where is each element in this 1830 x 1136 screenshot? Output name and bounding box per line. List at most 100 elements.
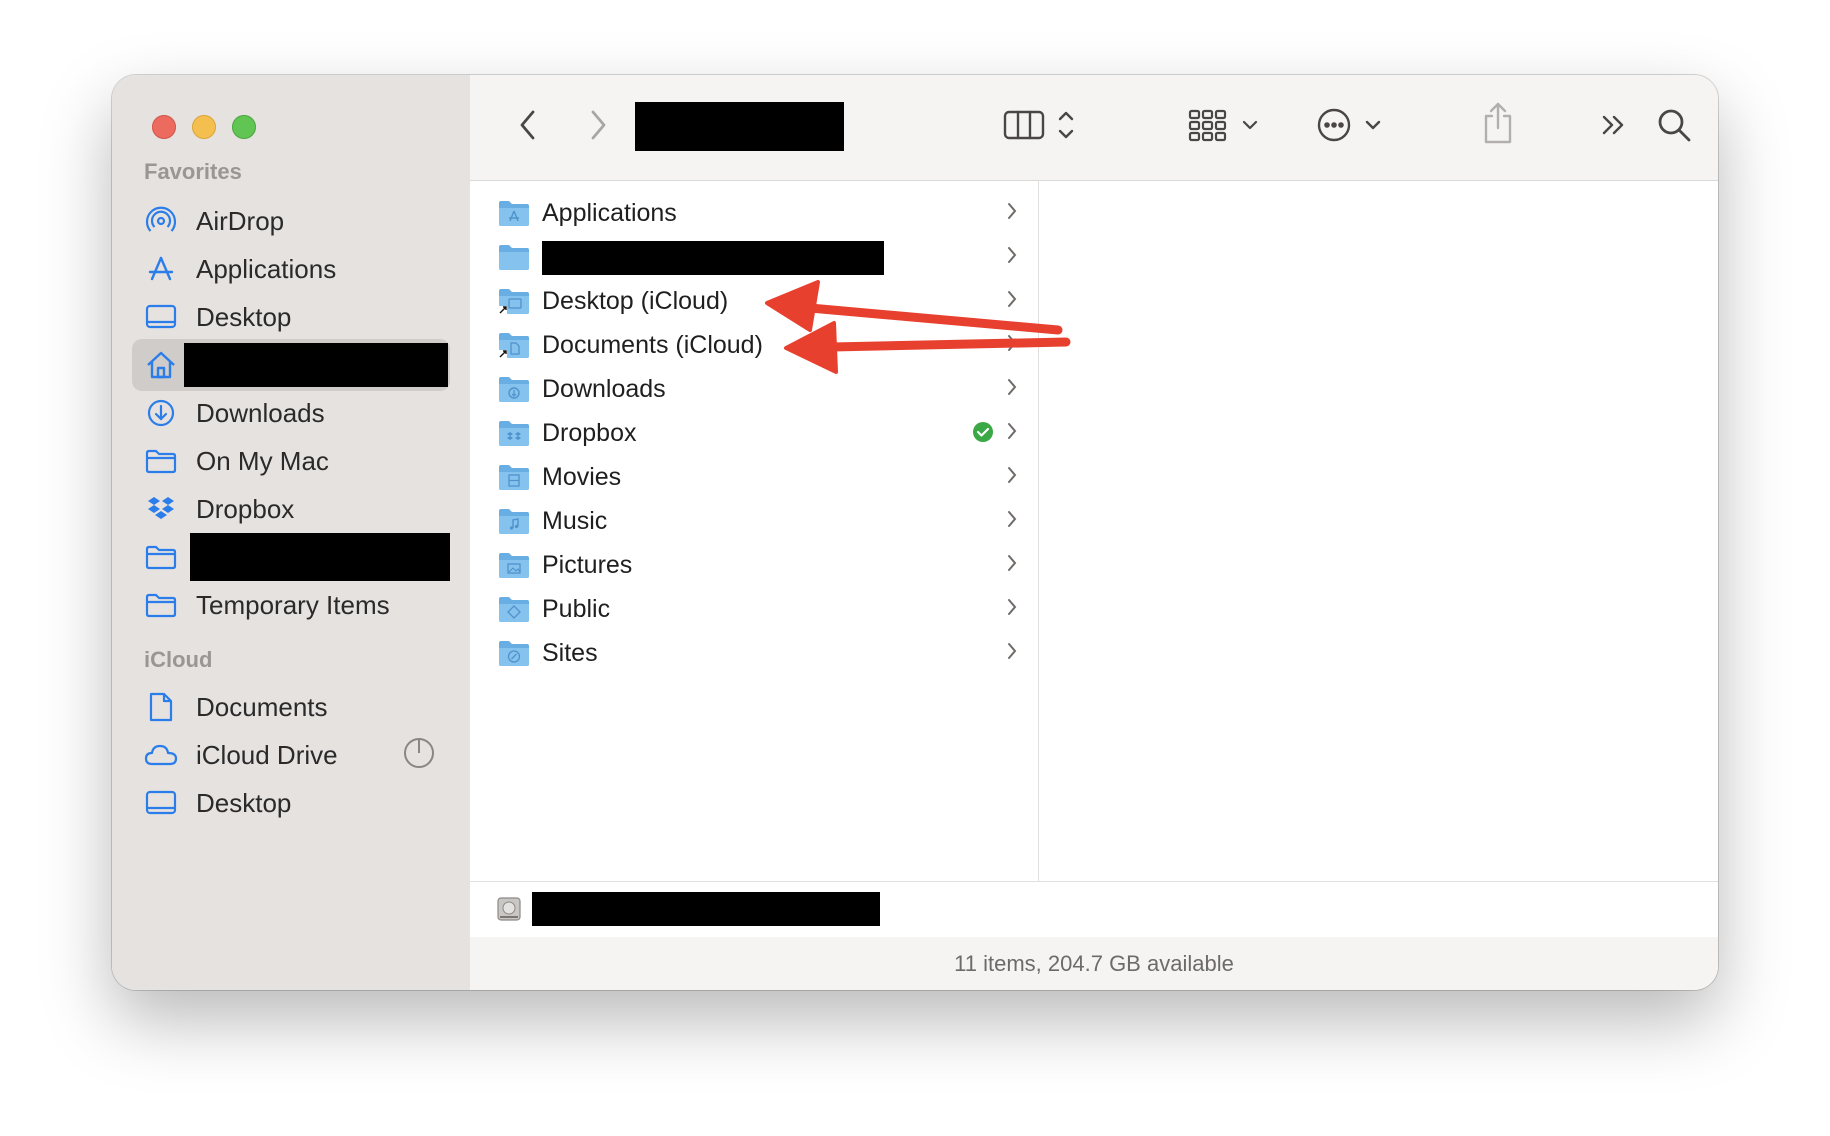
sidebar-item-label: Downloads [196,397,325,428]
chevron-right-icon [1008,599,1017,615]
file-row-sites[interactable]: Sites [498,631,1018,675]
sidebar-item-icloud-drive[interactable]: iCloud Drive [132,729,450,781]
sidebar-item-on-my-mac[interactable]: On My Mac [132,435,450,487]
pictures-folder-icon [499,553,529,578]
downloads-icon [144,396,178,430]
file-column: Applications Desktop (iCloud) Documents … [470,181,1039,881]
sidebar-item-airdrop[interactable]: AirDrop [132,195,450,247]
chevron-right-icon [1008,247,1017,263]
path-bar [470,881,1718,939]
folder-icon [499,245,529,270]
sidebar-item-downloads[interactable]: Downloads [132,387,450,439]
sidebar-item-icloud-desktop[interactable]: Desktop [132,777,450,829]
sidebar-item-temporary-items[interactable]: Temporary Items [132,579,450,631]
close-window-button[interactable] [152,115,176,139]
desktop-alias-folder-icon [499,289,529,314]
sync-complete-icon [973,422,993,442]
sidebar-item-dropbox[interactable]: Dropbox [132,483,450,535]
file-row-music[interactable]: Music [498,499,1018,543]
file-row-desktop-icloud[interactable]: Desktop (iCloud) [498,279,1018,323]
file-row-label: Dropbox [542,418,637,447]
sidebar: Favorites AirDrop Applications Desktop D… [112,75,470,990]
chevron-right-icon [1008,467,1017,483]
file-row-dropbox[interactable]: Dropbox [498,411,1018,455]
preview-column [1039,181,1718,881]
desktop-icon [144,300,178,334]
redacted-home-label [184,343,448,387]
airdrop-icon [144,204,178,238]
sidebar-item-desktop[interactable]: Desktop [132,291,450,343]
chevron-right-icon [1008,423,1017,439]
dropbox-folder-icon [499,421,529,446]
column-view-icon[interactable] [1002,105,1082,145]
chevron-right-icon [1008,291,1017,307]
file-row-redacted[interactable] [498,235,1018,279]
more-icon[interactable] [1594,105,1634,145]
sidebar-item-label: On My Mac [196,445,329,476]
chevron-right-icon [1008,379,1017,395]
sidebar-item-label: Documents [196,691,328,722]
folder-icon [144,588,178,622]
sidebar-item-label: AirDrop [196,205,285,236]
sidebar-item-redacted-folder[interactable] [132,531,450,583]
file-row-label: Sites [542,638,598,667]
finder-window: Favorites AirDrop Applications Desktop D… [112,75,1718,990]
sidebar-item-home[interactable] [132,339,450,391]
group-icon[interactable] [1188,105,1264,145]
dropbox-icon [144,492,178,526]
action-icon[interactable] [1316,105,1392,145]
status-bar: 11 items, 204.7 GB available [470,937,1718,990]
redacted-path[interactable] [532,892,880,926]
chevron-right-icon [1008,335,1017,351]
file-row-label: Music [542,506,608,535]
sidebar-item-label: Applications [196,253,337,284]
icloud-sync-progress-icon[interactable] [402,736,436,775]
cloud-icon [144,738,178,772]
chevron-right-icon [1008,555,1017,571]
file-row-public[interactable]: Public [498,587,1018,631]
documents-alias-folder-icon [499,333,529,358]
sidebar-item-label: Desktop [196,301,292,332]
back-icon[interactable] [508,105,548,145]
redacted-window-title [635,102,844,151]
file-row-documents-icloud[interactable]: Documents (iCloud) [498,323,1018,367]
sidebar-item-label: Dropbox [196,493,295,524]
zoom-window-button[interactable] [232,115,256,139]
file-row-applications[interactable]: Applications [498,191,1018,235]
sites-folder-icon [499,641,529,666]
public-folder-icon [499,597,529,622]
file-row-label: Downloads [542,374,666,403]
folder-icon [144,444,178,478]
chevron-right-icon [1008,511,1017,527]
file-row-label: Documents (iCloud) [542,330,763,359]
home-icon [144,348,178,382]
movies-folder-icon [499,465,529,490]
toolbar [470,75,1718,181]
file-row-downloads[interactable]: Downloads [498,367,1018,411]
redacted-folder-label [190,533,450,581]
music-folder-icon [499,509,529,534]
file-row-label: Applications [542,198,677,227]
downloads-folder-icon [499,377,529,402]
minimize-window-button[interactable] [192,115,216,139]
share-icon[interactable] [1478,99,1518,147]
file-row-label: Desktop (iCloud) [542,286,729,315]
sidebar-item-label: iCloud Drive [196,739,338,770]
file-row-pictures[interactable]: Pictures [498,543,1018,587]
chevron-right-icon [1008,203,1017,219]
file-row-label: Public [542,594,611,623]
forward-icon[interactable] [578,105,618,145]
sidebar-item-label: Desktop [196,787,292,818]
sidebar-item-label: Temporary Items [196,589,390,620]
document-icon [144,690,178,724]
desktop-icon [144,786,178,820]
sidebar-section-icloud: iCloud [144,647,213,672]
sidebar-item-applications[interactable]: Applications [132,243,450,295]
search-icon[interactable] [1652,103,1696,147]
redacted-file-label [542,241,884,275]
sidebar-section-favorites: Favorites [144,159,242,184]
file-row-label: Pictures [542,550,633,579]
file-row-movies[interactable]: Movies [498,455,1018,499]
sidebar-item-icloud-documents[interactable]: Documents [132,681,450,733]
hard-drive-icon[interactable] [496,895,522,928]
